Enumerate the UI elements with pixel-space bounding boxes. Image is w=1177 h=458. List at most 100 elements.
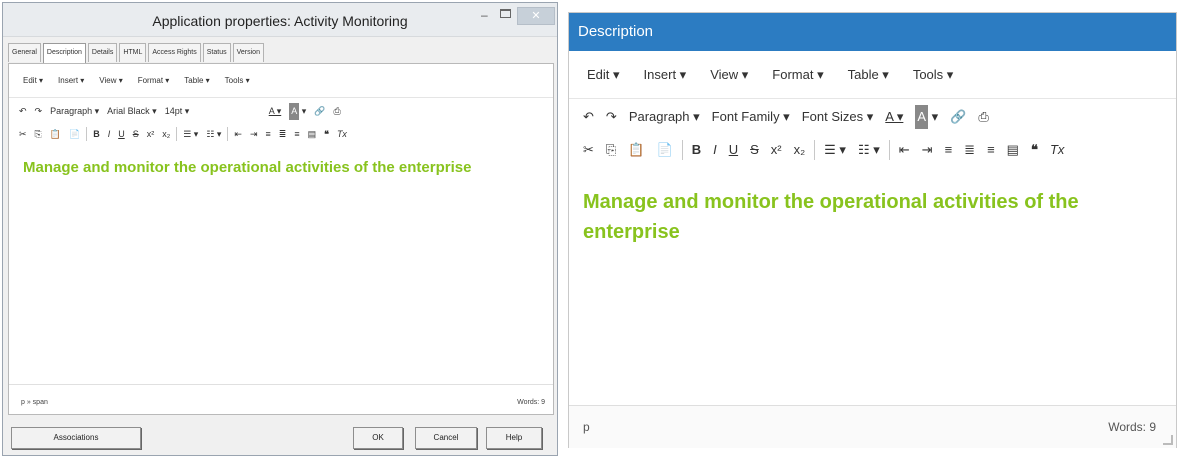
menu-view[interactable]: View ▾ (710, 67, 748, 83)
blockquote-icon[interactable]: ❝ (1025, 138, 1044, 162)
link-icon[interactable]: 🔗 (944, 105, 972, 129)
toolbar-divider (176, 127, 178, 141)
align-right-icon[interactable]: ≡ (290, 126, 303, 143)
menu-insert[interactable]: Insert ▾ (58, 76, 84, 85)
paste-text-icon[interactable]: 📄 (651, 138, 679, 162)
bold-icon[interactable]: B (686, 138, 707, 162)
align-right-icon[interactable]: ≡ (981, 138, 1001, 162)
resize-handle-icon[interactable] (1163, 435, 1173, 445)
copy-icon[interactable]: ⎘ (600, 138, 622, 162)
tab-version[interactable]: Version (232, 43, 264, 62)
menu-edit[interactable]: Edit ▾ (23, 76, 43, 85)
font-color-icon[interactable]: A ▾ (265, 103, 286, 120)
cancel-button[interactable]: Cancel (415, 427, 477, 449)
link-icon[interactable]: 🔗 (310, 103, 329, 120)
print-icon[interactable]: ⎙ (972, 105, 994, 129)
menu-insert[interactable]: Insert ▾ (644, 67, 687, 83)
menu-tools[interactable]: Tools ▾ (225, 76, 250, 85)
window-titlebar[interactable]: Application properties: Activity Monitor… (3, 3, 557, 37)
undo-icon[interactable]: ↶ (577, 105, 600, 129)
ok-button[interactable]: OK (353, 427, 403, 449)
paste-text-icon[interactable]: 📄 (65, 126, 84, 143)
tab-html[interactable]: HTML (119, 43, 147, 62)
tab-details[interactable]: Details (87, 43, 118, 62)
font-size-select[interactable]: Font Sizes ▾ (796, 105, 880, 129)
editor-menubar: Edit ▾ Insert ▾ View ▾ Format ▾ Table ▾ … (9, 64, 553, 98)
paste-icon[interactable]: 📋 (46, 126, 65, 143)
menu-edit[interactable]: Edit ▾ (587, 67, 620, 83)
toolbar-divider (681, 140, 683, 160)
align-left-icon[interactable]: ≡ (262, 126, 275, 143)
cut-icon[interactable]: ✂ (15, 126, 31, 143)
bullet-list-icon[interactable]: ☰ ▾ (818, 138, 852, 162)
element-path: p » span (21, 399, 48, 406)
clear-formatting-icon[interactable]: Tx (333, 126, 351, 143)
menu-tools[interactable]: Tools ▾ (913, 67, 954, 83)
editor-content[interactable]: Manage and monitor the operational activ… (23, 158, 493, 178)
align-center-icon[interactable]: ≣ (275, 126, 291, 143)
subscript-icon[interactable]: x₂ (788, 138, 812, 162)
cut-icon[interactable]: ✂ (577, 138, 600, 162)
indent-icon[interactable]: ⇥ (916, 138, 939, 162)
close-icon[interactable]: ✕ (517, 7, 555, 25)
help-button[interactable]: Help (486, 427, 542, 449)
tab-general[interactable]: General (8, 43, 41, 62)
highlight-color-icon[interactable]: A ▾ (909, 105, 944, 129)
menu-table[interactable]: Table ▾ (848, 67, 889, 83)
editor-toolbar-1: ↶ ↷ Paragraph ▾ Font Family ▾ Font Sizes… (577, 101, 995, 133)
superscript-icon[interactable]: x² (143, 126, 159, 143)
strikethrough-icon[interactable]: S (744, 138, 765, 162)
editor-toolbar-2: ✂ ⎘ 📋 📄 B I U S x² x₂ ☰ ▾ ☷ ▾ ⇤ ⇥ ≡ ≣ ≡ … (577, 135, 1070, 165)
format-select[interactable]: Paragraph ▾ (623, 105, 706, 129)
bold-icon[interactable]: B (89, 126, 104, 143)
font-size-select[interactable]: 14pt ▾ (161, 103, 265, 120)
outdent-icon[interactable]: ⇤ (230, 126, 246, 143)
minimize-icon[interactable]: – (481, 8, 488, 22)
blockquote-icon[interactable]: ❝ (320, 126, 333, 143)
tab-access-rights[interactable]: Access Rights (148, 43, 201, 62)
indent-icon[interactable]: ⇥ (246, 126, 262, 143)
paste-icon[interactable]: 📋 (622, 138, 650, 162)
menu-view[interactable]: View ▾ (99, 76, 122, 85)
editor-statusbar: p » span Words: 9 (9, 384, 553, 414)
underline-icon[interactable]: U (114, 126, 129, 143)
underline-icon[interactable]: U (723, 138, 744, 162)
redo-icon[interactable]: ↷ (31, 103, 47, 120)
description-panel: Description Edit ▾ Insert ▾ View ▾ Forma… (568, 12, 1177, 448)
highlight-color-icon[interactable]: A ▾ (285, 102, 310, 120)
italic-icon[interactable]: I (707, 138, 723, 162)
redo-icon[interactable]: ↷ (600, 105, 623, 129)
menu-format[interactable]: Format ▾ (138, 76, 170, 85)
menu-table[interactable]: Table ▾ (184, 76, 209, 85)
clear-formatting-icon[interactable]: Tx (1044, 138, 1070, 162)
print-icon[interactable]: ⎙ (329, 103, 344, 120)
justify-icon[interactable]: ▤ (304, 126, 321, 143)
editor-menubar: Edit ▾ Insert ▾ View ▾ Format ▾ Table ▾ … (569, 51, 1176, 99)
font-family-select[interactable]: Arial Black ▾ (103, 103, 161, 120)
tab-bar: General Description Details HTML Access … (8, 43, 266, 64)
maximize-icon[interactable] (500, 9, 511, 18)
strikethrough-icon[interactable]: S (129, 126, 143, 143)
italic-icon[interactable]: I (104, 126, 115, 143)
align-center-icon[interactable]: ≣ (958, 138, 981, 162)
numbered-list-icon[interactable]: ☷ ▾ (202, 126, 225, 143)
align-left-icon[interactable]: ≡ (939, 138, 959, 162)
menu-format[interactable]: Format ▾ (772, 67, 823, 83)
subscript-icon[interactable]: x₂ (158, 126, 174, 143)
font-family-select[interactable]: Font Family ▾ (706, 105, 796, 129)
outdent-icon[interactable]: ⇤ (893, 138, 916, 162)
font-color-icon[interactable]: A ▾ (879, 105, 909, 129)
associations-button[interactable]: Associations (11, 427, 141, 449)
undo-icon[interactable]: ↶ (15, 103, 31, 120)
tab-description[interactable]: Description (42, 43, 86, 64)
tab-status[interactable]: Status (202, 43, 231, 62)
toolbar-divider (814, 140, 816, 160)
word-count: Words: 9 (517, 399, 545, 406)
justify-icon[interactable]: ▤ (1001, 138, 1025, 162)
copy-icon[interactable]: ⎘ (31, 126, 46, 143)
superscript-icon[interactable]: x² (765, 138, 788, 162)
bullet-list-icon[interactable]: ☰ ▾ (179, 126, 202, 143)
numbered-list-icon[interactable]: ☷ ▾ (852, 138, 886, 162)
editor-content[interactable]: Manage and monitor the operational activ… (583, 187, 1163, 247)
format-select[interactable]: Paragraph ▾ (46, 103, 103, 120)
